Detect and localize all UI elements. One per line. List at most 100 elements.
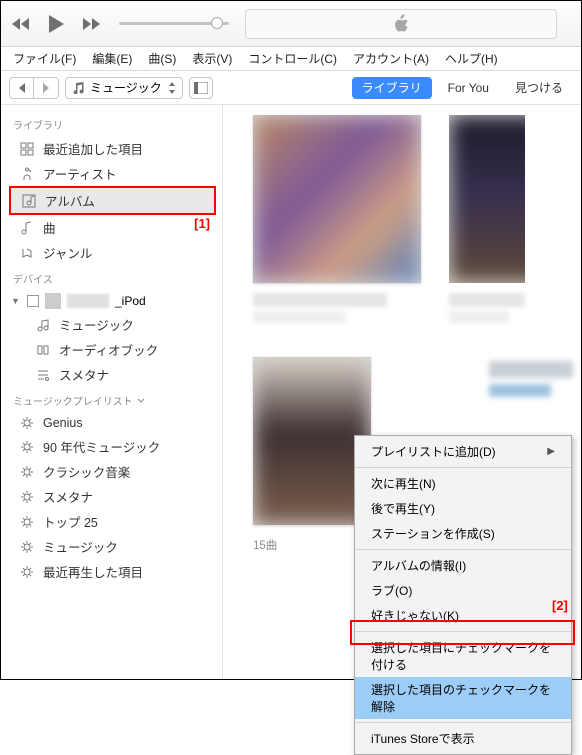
playlist-classical[interactable]: クラシック音楽 bbox=[1, 459, 222, 484]
playlist-smetana[interactable]: スメタナ bbox=[1, 484, 222, 509]
menu-file[interactable]: ファイル(F) bbox=[7, 48, 82, 69]
cm-uncheck-selected[interactable]: 選択した項目のチェックマークを解除 bbox=[355, 677, 571, 719]
cm-create-station[interactable]: ステーションを作成(S) bbox=[355, 521, 571, 546]
tab-browse[interactable]: 見つける bbox=[505, 79, 573, 96]
device-sub-music[interactable]: ミュージック bbox=[1, 312, 222, 337]
sidebar-item-label: クラシック音楽 bbox=[43, 462, 130, 481]
album-title-blurred bbox=[253, 293, 387, 307]
device-sub-smetana[interactable]: スメタナ bbox=[1, 362, 222, 387]
nav-buttons bbox=[9, 77, 59, 99]
menubar: ファイル(F) 編集(E) 曲(S) 表示(V) コントロール(C) アカウント… bbox=[1, 47, 581, 71]
sidebar-item-label: スメタナ bbox=[43, 487, 93, 506]
cm-separator bbox=[355, 722, 571, 723]
album-artist-blurred bbox=[253, 311, 345, 323]
sidebar-item-label: ミュージック bbox=[59, 315, 134, 334]
apple-logo-icon bbox=[390, 13, 412, 35]
highlight-box-1: アルバム [1] bbox=[9, 186, 216, 215]
volume-knob[interactable] bbox=[211, 17, 223, 29]
tab-library[interactable]: ライブラリ bbox=[352, 77, 432, 99]
sidebar-item-songs[interactable]: 曲 bbox=[1, 215, 222, 240]
sidebar-item-label: スメタナ bbox=[59, 365, 109, 384]
media-selector-label: ミュージック bbox=[90, 79, 162, 96]
cm-play-later[interactable]: 後で再生(Y) bbox=[355, 496, 571, 521]
menu-edit[interactable]: 編集(E) bbox=[86, 48, 138, 69]
gear-icon bbox=[19, 539, 35, 555]
tab-foryou[interactable]: For You bbox=[438, 81, 499, 95]
prev-track-icon[interactable] bbox=[11, 17, 33, 31]
album-tile[interactable] bbox=[253, 115, 421, 323]
playlist-music[interactable]: ミュージック bbox=[1, 534, 222, 559]
volume-slider[interactable] bbox=[119, 22, 229, 25]
sidebar-item-label: オーディオブック bbox=[59, 340, 158, 359]
sidebar-item-label: トップ 25 bbox=[43, 512, 98, 531]
gear-icon bbox=[19, 439, 35, 455]
sidebar-item-label: アルバム bbox=[45, 191, 95, 210]
cm-love[interactable]: ラブ(O) bbox=[355, 578, 571, 603]
next-track-icon[interactable] bbox=[79, 17, 101, 31]
sidebar-item-label: 90 年代ミュージック bbox=[43, 437, 160, 456]
section-library: ライブラリ bbox=[1, 111, 222, 136]
menu-view[interactable]: 表示(V) bbox=[186, 48, 238, 69]
device-thumb-icon bbox=[45, 293, 61, 309]
device-sub-audiobook[interactable]: オーディオブック bbox=[1, 337, 222, 362]
device-name-blurred bbox=[67, 294, 109, 308]
playlist-90s[interactable]: 90 年代ミュージック bbox=[1, 434, 222, 459]
genre-icon bbox=[19, 245, 35, 261]
section-playlists: ミュージックプレイリスト bbox=[1, 387, 222, 412]
sidebar-item-label: 最近再生した項目 bbox=[43, 562, 143, 581]
cm-add-playlist[interactable]: プレイリストに追加(D)▶ bbox=[355, 439, 571, 464]
sidebar-item-artists[interactable]: アーティスト bbox=[1, 161, 222, 186]
sidebar-item-label: Genius bbox=[43, 416, 83, 430]
music-note-icon bbox=[72, 82, 84, 94]
sidebar-item-genres[interactable]: ジャンル bbox=[1, 240, 222, 265]
song-icon bbox=[19, 220, 35, 236]
artist-icon bbox=[19, 166, 35, 182]
playlist-recent-played[interactable]: 最近再生した項目 bbox=[1, 559, 222, 584]
playlist-top25[interactable]: トップ 25 bbox=[1, 509, 222, 534]
gear-icon bbox=[19, 564, 35, 580]
back-button[interactable] bbox=[10, 78, 34, 98]
cm-separator bbox=[355, 467, 571, 468]
cm-dislike[interactable]: 好きじゃない(K) bbox=[355, 603, 571, 628]
album-icon bbox=[21, 193, 37, 209]
menu-song[interactable]: 曲(S) bbox=[142, 48, 182, 69]
sidebar-toggle[interactable] bbox=[189, 77, 213, 99]
cm-album-info[interactable]: アルバムの情報(I) bbox=[355, 553, 571, 578]
gear-icon bbox=[19, 464, 35, 480]
cm-play-next[interactable]: 次に再生(N) bbox=[355, 471, 571, 496]
forward-button[interactable] bbox=[34, 78, 58, 98]
sidebar-item-albums[interactable]: アルバム bbox=[11, 188, 214, 213]
cm-separator bbox=[355, 549, 571, 550]
menu-control[interactable]: コントロール(C) bbox=[242, 48, 343, 69]
cm-check-selected[interactable]: 選択した項目にチェックマークを付ける bbox=[355, 635, 571, 677]
cm-show-store[interactable]: iTunes Storeで表示 bbox=[355, 726, 571, 751]
media-selector[interactable]: ミュージック bbox=[65, 77, 183, 99]
now-playing-display bbox=[245, 9, 557, 39]
playlist-genius[interactable]: Genius bbox=[1, 412, 222, 434]
chevron-down-icon[interactable] bbox=[137, 398, 145, 404]
device-row[interactable]: ▼ _iPod bbox=[1, 290, 222, 312]
context-menu: プレイリストに追加(D)▶ 次に再生(N) 後で再生(Y) ステーションを作成(… bbox=[354, 435, 572, 755]
album-row bbox=[253, 115, 571, 323]
gear-icon bbox=[19, 489, 35, 505]
cm-separator bbox=[355, 631, 571, 632]
menu-account[interactable]: アカウント(A) bbox=[347, 48, 435, 69]
music-icon bbox=[35, 317, 51, 333]
sidebar-item-label: アーティスト bbox=[43, 164, 117, 183]
album-title-blurred bbox=[449, 293, 525, 307]
menu-help[interactable]: ヘルプ(H) bbox=[439, 48, 504, 69]
sidebar-item-label: ミュージック bbox=[43, 537, 118, 556]
play-icon[interactable] bbox=[47, 14, 65, 34]
playback-controls bbox=[11, 14, 101, 34]
disclosure-triangle-icon[interactable]: ▼ bbox=[11, 296, 21, 306]
sidebar-item-recent[interactable]: 最近追加した項目 bbox=[1, 136, 222, 161]
album-cover[interactable] bbox=[253, 115, 421, 283]
titlebar bbox=[1, 1, 581, 47]
marker-2: [2] bbox=[552, 598, 568, 613]
device-checkbox[interactable] bbox=[27, 295, 39, 307]
genius-icon bbox=[19, 415, 35, 431]
playlist-icon bbox=[35, 367, 51, 383]
album-tile[interactable] bbox=[449, 115, 525, 323]
chevron-updown-icon bbox=[168, 82, 176, 94]
gear-icon bbox=[19, 514, 35, 530]
